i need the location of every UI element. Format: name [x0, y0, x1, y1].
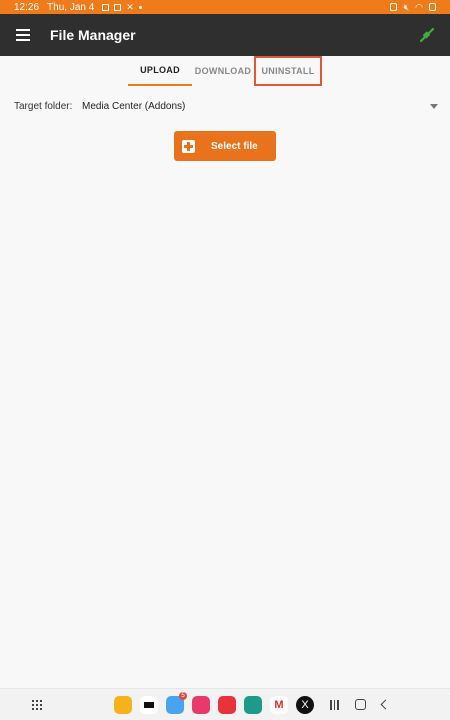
select-file-label: Select file [211, 140, 258, 152]
system-status-icons: 🔇︎ ◠ [390, 2, 436, 13]
back-button[interactable] [380, 699, 390, 710]
target-folder-select[interactable]: Media Center (Addons) [82, 101, 440, 112]
hamburger-menu-icon[interactable] [0, 14, 46, 56]
calculator-app-icon[interactable] [244, 695, 262, 714]
app-bar: File Manager [0, 14, 450, 56]
tv-app-icon[interactable] [140, 695, 158, 714]
app-drawer-icon[interactable] [32, 699, 42, 710]
gmail-app-icon[interactable]: M [270, 695, 288, 714]
flipboard-app-icon[interactable] [218, 695, 236, 714]
taskbar-dock: 5 M X [114, 691, 314, 714]
status-bar: 12:26 Thu, Jan 4 ✕ 🔇︎ ◠ [0, 0, 450, 14]
x-app-icon[interactable]: X [296, 695, 314, 714]
home-button[interactable] [354, 699, 366, 710]
app-notification-icon [114, 3, 122, 11]
system-nav-bar: 5 M X [0, 688, 450, 720]
add-file-icon [182, 139, 195, 153]
page-title: File Manager [50, 27, 136, 43]
tab-download[interactable]: DOWNLOAD [192, 56, 254, 86]
status-date: Thu, Jan 4 [47, 1, 95, 13]
battery-saver-icon [390, 3, 398, 11]
system-nav-buttons [330, 699, 390, 710]
tab-bar: UPLOAD DOWNLOAD UNINSTALL [0, 56, 450, 86]
connection-status-icon[interactable] [418, 26, 436, 44]
status-time: 12:26 [14, 1, 40, 13]
recents-button[interactable] [330, 699, 339, 710]
select-file-button[interactable]: Select file [174, 131, 276, 161]
dropdown-caret-icon [430, 103, 438, 109]
target-folder-label: Target folder: [14, 100, 73, 112]
galaxy-store-app-icon[interactable]: 5 [166, 691, 187, 714]
notification-icons: ✕ [102, 2, 142, 13]
wifi-icon: ◠ [415, 1, 423, 12]
my-files-app-icon[interactable] [114, 695, 132, 714]
target-folder-value: Media Center (Addons) [82, 100, 186, 112]
close-notification-icon: ✕ [126, 1, 134, 12]
tab-uninstall[interactable]: UNINSTALL [254, 56, 322, 86]
tab-upload[interactable]: UPLOAD [128, 56, 192, 86]
gallery-notification-icon [102, 3, 110, 11]
target-folder-row: Target folder: Media Center (Addons) [14, 97, 440, 115]
more-notifications-icon [138, 5, 142, 9]
store-badge: 5 [179, 691, 187, 700]
mute-icon: 🔇︎ [403, 1, 410, 12]
battery-icon [429, 3, 436, 11]
camera-app-icon[interactable] [192, 695, 210, 714]
